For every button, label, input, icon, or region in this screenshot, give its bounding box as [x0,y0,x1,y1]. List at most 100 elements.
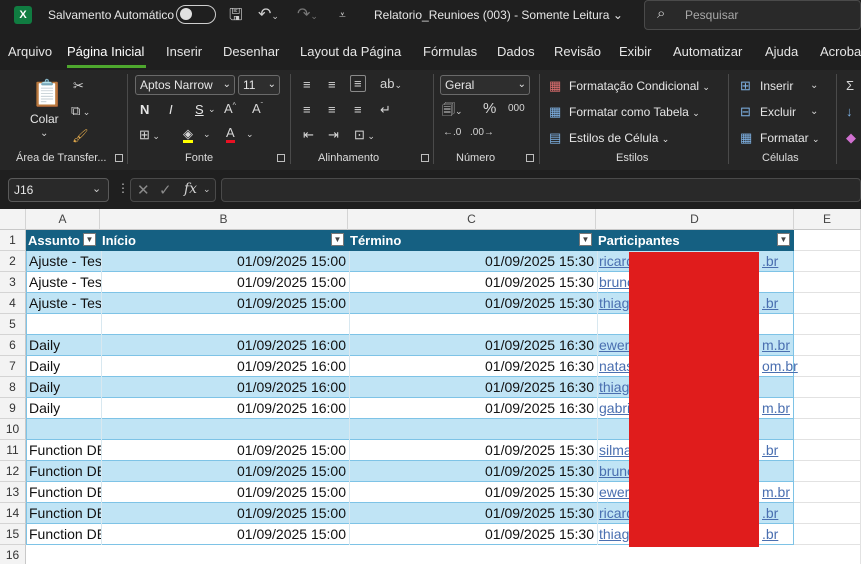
cell-termino[interactable]: 01/09/2025 16:30 [349,377,594,398]
cell-inicio[interactable]: 01/09/2025 15:00 [101,503,346,524]
customize-toolbar-icon[interactable]: ⩡ [339,8,346,23]
increase-font-icon[interactable]: A^ [224,101,236,116]
search-input[interactable] [644,0,861,30]
cell-assunto[interactable]: Ajuste - Teste [29,272,101,293]
filter-dropdown-icon[interactable]: ▼ [83,233,96,246]
row-header[interactable]: 3 [0,272,26,293]
row-header[interactable]: 2 [0,251,26,272]
table-header-cell[interactable]: Término [348,230,596,251]
table-header-cell[interactable]: Participantes [596,230,794,251]
row-header[interactable]: 5 [0,314,26,335]
cell-termino[interactable]: 01/09/2025 16:30 [349,356,594,377]
cell-assunto[interactable] [29,314,101,335]
paste-button[interactable]: Colar [30,112,59,126]
clipboard-launcher-icon[interactable] [115,154,123,162]
cell-termino[interactable]: 01/09/2025 15:30 [349,440,594,461]
column-header-b[interactable]: B [100,209,348,230]
align-right-icon[interactable]: ≡ [354,102,362,117]
cell-assunto[interactable]: Daily [29,335,101,356]
currency-icon[interactable]: 🗐⌄ [442,101,463,123]
tab-arquivo[interactable]: Arquivo [8,44,52,59]
copy-icon[interactable]: ⧉ ⌄ [71,103,90,119]
fill-color-icon[interactable]: ◈ [183,127,193,143]
cell-styles-button[interactable]: Estilos de Célula ⌄ [569,131,669,145]
align-center-icon[interactable]: ≡ [328,102,336,117]
font-color-dropdown-icon[interactable]: ⌄ [246,129,254,140]
font-launcher-icon[interactable] [277,154,285,162]
thousands-separator-icon[interactable]: 000 [508,103,525,114]
cell-termino[interactable]: 01/09/2025 15:30 [349,461,594,482]
filter-dropdown-icon[interactable]: ▼ [331,233,344,246]
cell-termino[interactable]: 01/09/2025 15:30 [349,272,594,293]
row-header[interactable]: 8 [0,377,26,398]
row-header[interactable]: 13 [0,482,26,503]
cell-termino[interactable]: 01/09/2025 15:30 [349,251,594,272]
insert-button[interactable]: Inserir [760,79,793,93]
cell-termino[interactable]: 01/09/2025 15:30 [349,524,594,545]
cell-assunto[interactable]: Ajuste - Teste [29,293,101,314]
cell-inicio[interactable]: 01/09/2025 16:00 [101,377,346,398]
chevron-down-icon[interactable]: ⌄ [92,182,101,195]
cell-inicio[interactable]: 01/09/2025 15:00 [101,440,346,461]
decrease-indent-icon[interactable]: ⇤ [303,127,314,143]
tab-dados[interactable]: Dados [497,44,535,59]
tab-formulas[interactable]: Fórmulas [423,44,477,59]
font-name-select[interactable]: Aptos Narrow ⌄ [135,75,235,95]
undo-icon[interactable]: ↶⌄ [258,4,279,24]
cell-assunto[interactable]: Daily [29,377,101,398]
sum-icon[interactable]: Σ [846,78,854,93]
tab-exibir[interactable]: Exibir [619,44,652,59]
column-header-a[interactable]: A [26,209,100,230]
conditional-format-button[interactable]: Formatação Condicional ⌄ [569,79,710,93]
decrease-decimal-icon[interactable]: .00→ [470,127,494,138]
italic-button[interactable]: I [169,102,173,117]
tab-acrobat[interactable]: Acrobat [820,44,861,59]
cell-inicio[interactable] [101,314,346,335]
bold-button[interactable]: N [140,102,149,117]
filter-dropdown-icon[interactable]: ▼ [777,233,790,246]
number-format-select[interactable]: Geral ⌄ [440,75,530,95]
number-launcher-icon[interactable] [526,154,534,162]
chevron-down-icon[interactable]: ⌄ [810,106,818,117]
insert-function-button[interactable]: fx [184,181,197,197]
cell-termino[interactable] [349,314,594,335]
font-color-icon[interactable]: A [226,126,235,143]
column-header-d[interactable]: D [596,209,794,230]
row-header[interactable]: 11 [0,440,26,461]
filter-dropdown-icon[interactable]: ▼ [579,233,592,246]
cell-assunto[interactable]: Daily [29,356,101,377]
chevron-down-icon[interactable]: ⌄ [810,80,818,91]
cell-inicio[interactable]: 01/09/2025 16:00 [101,335,346,356]
borders-icon[interactable]: ⊞ ⌄ [139,127,160,143]
cell-inicio[interactable]: 01/09/2025 15:00 [101,293,346,314]
underline-button[interactable]: S [195,102,204,117]
tab-inserir[interactable]: Inserir [166,44,202,59]
row-header[interactable]: 9 [0,398,26,419]
row-header[interactable]: 1 [0,230,26,251]
cell-inicio[interactable]: 01/09/2025 15:00 [101,461,346,482]
font-size-select[interactable]: 11 ⌄ [238,75,280,95]
percent-icon[interactable]: % [483,100,496,117]
cell-inicio[interactable]: 01/09/2025 15:00 [101,251,346,272]
format-as-table-button[interactable]: Formatar como Tabela ⌄ [569,105,700,119]
cell-termino[interactable]: 01/09/2025 15:30 [349,503,594,524]
redo-icon[interactable]: ↷⌄ [297,4,318,24]
paste-dropdown-icon[interactable]: ⌄ [40,128,48,139]
row-header[interactable]: 16 [0,545,26,564]
fill-color-dropdown-icon[interactable]: ⌄ [203,129,211,140]
tab-desenhar[interactable]: Desenhar [223,44,279,59]
row-header[interactable]: 7 [0,356,26,377]
select-all-corner[interactable] [0,209,26,230]
wrap-text-icon[interactable]: ↵ [380,102,391,118]
cell-assunto[interactable]: Daily [29,398,101,419]
cell-inicio[interactable]: 01/09/2025 15:00 [101,482,346,503]
autosave-toggle[interactable] [176,5,216,24]
document-title[interactable]: Relatorio_Reunioes (003) - Somente Leitu… [374,8,623,22]
enter-icon[interactable]: ✓ [159,181,172,199]
cell-inicio[interactable] [101,419,346,440]
row-header[interactable]: 12 [0,461,26,482]
cell-termino[interactable] [349,419,594,440]
cell-assunto[interactable]: Ajuste - Teste [29,251,101,272]
formula-input[interactable] [221,178,861,202]
increase-indent-icon[interactable]: ⇥ [328,127,339,143]
